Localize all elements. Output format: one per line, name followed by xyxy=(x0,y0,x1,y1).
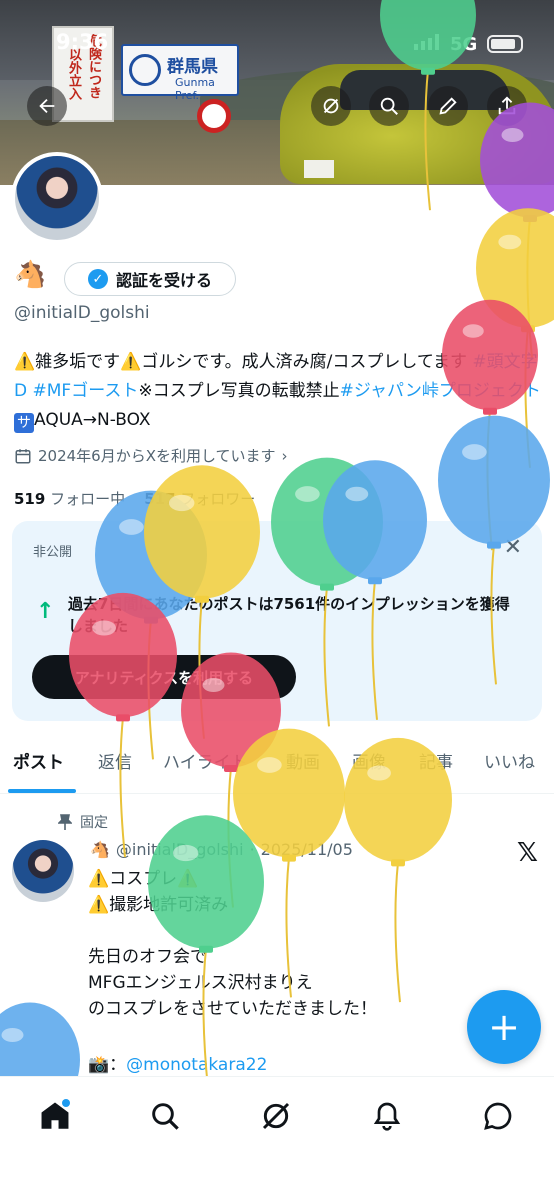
battery-icon xyxy=(487,35,523,53)
post-body: ⚠️コスプレ⚠️ ⚠️撮影地許可済み 先日のオフ会で MFGエンジェルス沢村まり… xyxy=(88,869,377,1019)
share-button[interactable] xyxy=(487,86,527,126)
sign-text-2: 以外立入 xyxy=(66,48,81,100)
post-horse-emoji: 🐴 xyxy=(90,840,110,859)
gunma-subtitle: Gunma Pref. xyxy=(175,76,215,102)
mention-link[interactable]: @monotakara22 xyxy=(126,1055,267,1075)
nav-explore[interactable] xyxy=(142,1093,188,1139)
mention-separator: ： xyxy=(109,1055,127,1075)
tab-posts[interactable]: ポスト xyxy=(13,748,64,773)
impressions-text: 過去7日間にあなたのポストは7561件のインプレッションを獲得しました xyxy=(68,595,510,635)
following-link[interactable]: 519 フォロー中 xyxy=(14,490,125,508)
calendar-icon xyxy=(15,448,31,463)
network-type: 5G xyxy=(450,34,478,55)
explore-icon xyxy=(152,1103,179,1130)
followers-link[interactable]: 517 フォロワー xyxy=(144,490,255,508)
tab-likes[interactable]: いいね xyxy=(484,748,535,773)
post-header: 🐴 @initialD_golshi · 2025/11/05 xyxy=(90,840,353,859)
following-count: 519 xyxy=(14,490,46,508)
active-tab-indicator xyxy=(8,789,76,793)
gunma-emblem-icon xyxy=(129,54,161,86)
post-dot: · xyxy=(249,840,255,859)
get-verified-button[interactable]: ✓ 認証を受ける xyxy=(64,262,236,296)
post-date: 2025/11/05 xyxy=(260,840,353,859)
back-icon xyxy=(39,98,55,114)
following-label: フォロー中 xyxy=(50,490,126,508)
pinned-label: 固定 xyxy=(80,815,108,831)
banner-car-plate xyxy=(304,160,334,178)
nav-grok[interactable] xyxy=(253,1093,299,1139)
followers-label: フォロワー xyxy=(180,490,256,508)
messages-icon xyxy=(484,1102,512,1130)
profile-avatar[interactable] xyxy=(11,152,103,244)
edit-button[interactable] xyxy=(428,86,468,126)
edit-icon xyxy=(439,97,457,115)
verified-badge-icon: ✓ xyxy=(87,269,108,289)
grok-icon xyxy=(323,98,339,114)
grok-nav-icon xyxy=(262,1102,290,1130)
nav-home[interactable] xyxy=(32,1093,78,1139)
profile-handle: @initialD_golshi xyxy=(14,303,150,323)
tab-images[interactable]: 画像 xyxy=(352,748,386,773)
status-time: 9:36 xyxy=(56,30,109,54)
follow-stats: 519 フォロー中 517 フォロワー xyxy=(14,488,255,509)
analytics-button[interactable]: アナリティクスを利用する xyxy=(32,655,296,699)
gunma-title: 群馬県 xyxy=(167,57,218,77)
nav-messages[interactable] xyxy=(475,1093,521,1139)
close-icon[interactable]: ✕ xyxy=(504,535,522,560)
followers-count: 517 xyxy=(144,490,176,508)
horse-emoji: 🐴 xyxy=(14,260,47,290)
bottom-nav xyxy=(0,1076,554,1199)
sa-emoji: サ xyxy=(14,413,34,433)
chevron-right-icon: › xyxy=(281,446,288,465)
search-icon xyxy=(380,97,398,115)
bio-text-3: AQUA→N-BOX xyxy=(34,410,151,430)
notifications-icon xyxy=(373,1102,401,1131)
pin-icon xyxy=(58,814,72,830)
profile-banner[interactable]: 危険につき 以外立入 群馬県 Gunma Pref. xyxy=(0,0,554,185)
share-icon xyxy=(498,96,516,115)
tab-replies[interactable]: 返信 xyxy=(98,748,132,773)
home-badge xyxy=(62,1099,70,1107)
post-mention-line: 📸：@monotakara22 xyxy=(88,1050,267,1075)
tab-articles[interactable]: 記事 xyxy=(419,748,453,773)
tab-videos[interactable]: 動画 xyxy=(286,748,320,773)
banner-car-window xyxy=(340,70,510,110)
pinned-indicator: 固定 xyxy=(58,812,108,832)
camera-emoji: 📸 xyxy=(88,1055,110,1075)
bio-text-1: ⚠️雑多垢です⚠️ゴルシです。成人済み腐/コスプレしてます xyxy=(14,352,468,372)
bio-hashtag-2[interactable]: #MFゴースト xyxy=(33,381,139,401)
profile-tabs: ポスト 返信 ハイライト 動画 画像 記事 いいね xyxy=(0,742,554,794)
arrow-up-icon: ↑ xyxy=(36,599,55,624)
back-button[interactable] xyxy=(27,86,67,126)
bio-hashtag-3[interactable]: #ジャパン峠プロジェクト xyxy=(340,381,541,401)
joined-text: 2024年6月からXを利用しています xyxy=(38,447,276,465)
x-logo-icon[interactable]: 𝕏 xyxy=(517,838,538,868)
bio-text-2: ※コスプレ写真の転載禁止 xyxy=(138,381,340,401)
no-entry-sign-icon xyxy=(197,99,231,133)
gunma-sign: 群馬県 Gunma Pref. xyxy=(121,44,239,102)
search-button[interactable] xyxy=(369,86,409,126)
get-verified-label: 認証を受ける xyxy=(115,271,212,290)
post-handle[interactable]: @initialD_golshi xyxy=(116,840,244,859)
compose-post-button[interactable]: + xyxy=(467,990,541,1064)
signal-icon xyxy=(414,34,439,50)
nav-notifications[interactable] xyxy=(364,1093,410,1139)
post-avatar[interactable] xyxy=(12,840,74,902)
private-label: 非公開 xyxy=(33,545,73,560)
tab-highlights[interactable]: ハイライト xyxy=(163,748,248,773)
joined-date[interactable]: 2024年6月からXを利用しています › xyxy=(14,445,288,466)
grok-button[interactable] xyxy=(311,86,351,126)
analytics-card: 非公開 ✕ ↑ 過去7日間にあなたのポストは7561件のインプレッションを獲得し… xyxy=(12,521,542,721)
profile-bio: ⚠️雑多垢です⚠️ゴルシです。成人済み腐/コスプレしてます #頭文字D #MFゴ… xyxy=(14,348,542,435)
